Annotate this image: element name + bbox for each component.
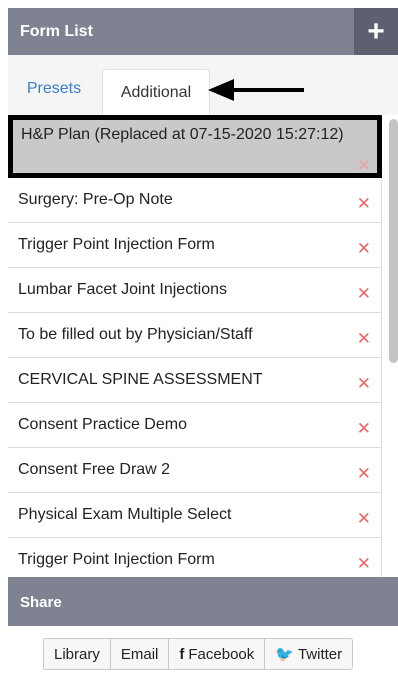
library-button[interactable]: Library bbox=[44, 639, 111, 669]
twitter-icon: 🐦 bbox=[275, 646, 294, 663]
form-label: CERVICAL SPINE ASSESSMENT bbox=[18, 371, 263, 388]
plus-icon: + bbox=[367, 14, 385, 48]
facebook-icon: f bbox=[179, 645, 185, 663]
list-item[interactable]: Trigger Point Injection Form ✕ bbox=[8, 223, 382, 268]
delete-icon[interactable]: ✕ bbox=[357, 374, 371, 394]
list-item[interactable]: Consent Practice Demo ✕ bbox=[8, 403, 382, 448]
twitter-button[interactable]: 🐦 Twitter bbox=[265, 639, 352, 669]
tab-additional[interactable]: Additional bbox=[102, 69, 210, 115]
scrollbar[interactable] bbox=[389, 119, 398, 363]
form-list-items: H&P Plan (Replaced at 07-15-2020 15:27:1… bbox=[8, 115, 382, 577]
facebook-button[interactable]: f Facebook bbox=[169, 639, 266, 669]
email-button[interactable]: Email bbox=[111, 639, 170, 669]
add-form-button[interactable]: + bbox=[354, 8, 398, 55]
share-button-group: Library Email f Facebook 🐦 Twitter bbox=[43, 638, 354, 670]
form-label: Trigger Point Injection Form bbox=[18, 236, 215, 253]
delete-icon[interactable]: ✕ bbox=[357, 419, 371, 439]
delete-icon[interactable]: ✕ bbox=[357, 194, 371, 214]
arrow-left-icon bbox=[208, 79, 304, 101]
form-list[interactable]: H&P Plan (Replaced at 07-15-2020 15:27:1… bbox=[8, 115, 398, 577]
share-button-label: Facebook bbox=[188, 645, 255, 663]
tabs-bar: Presets Additional bbox=[8, 55, 398, 115]
share-button-label: Library bbox=[54, 645, 100, 663]
delete-icon[interactable]: ✕ bbox=[357, 554, 371, 574]
list-item[interactable]: Physical Exam Multiple Select ✕ bbox=[8, 493, 382, 538]
share-button-label: Email bbox=[120, 645, 159, 663]
form-label: H&P Plan (Replaced at 07-15-2020 15:27:1… bbox=[21, 126, 344, 143]
tab-presets[interactable]: Presets bbox=[16, 75, 92, 103]
list-item[interactable]: CERVICAL SPINE ASSESSMENT ✕ bbox=[8, 358, 382, 403]
form-list-header: Form List + bbox=[8, 8, 398, 55]
form-label: Trigger Point Injection Form bbox=[18, 551, 215, 568]
share-header: Share bbox=[8, 577, 398, 626]
list-item[interactable]: Surgery: Pre-Op Note ✕ bbox=[8, 178, 382, 223]
share-area: Library Email f Facebook 🐦 Twitter bbox=[8, 626, 398, 673]
share-title: Share bbox=[20, 594, 62, 611]
delete-icon[interactable]: ✕ bbox=[357, 509, 371, 529]
form-label: Surgery: Pre-Op Note bbox=[18, 191, 173, 208]
list-item[interactable]: Trigger Point Injection Form ✕ bbox=[8, 538, 382, 577]
form-label: Lumbar Facet Joint Injections bbox=[18, 281, 227, 298]
form-label: To be filled out by Physician/Staff bbox=[18, 326, 253, 343]
delete-icon[interactable]: ✕ bbox=[357, 156, 371, 176]
delete-icon[interactable]: ✕ bbox=[357, 239, 371, 259]
list-item[interactable]: Consent Free Draw 2 ✕ bbox=[8, 448, 382, 493]
share-button-label: Twitter bbox=[297, 645, 343, 663]
list-item[interactable]: Lumbar Facet Joint Injections ✕ bbox=[8, 268, 382, 313]
list-item[interactable]: H&P Plan (Replaced at 07-15-2020 15:27:1… bbox=[8, 115, 382, 178]
delete-icon[interactable]: ✕ bbox=[357, 464, 371, 484]
form-list-title: Form List bbox=[20, 23, 93, 40]
form-label: Consent Free Draw 2 bbox=[18, 461, 171, 478]
form-label: Physical Exam Multiple Select bbox=[18, 506, 232, 523]
delete-icon[interactable]: ✕ bbox=[357, 329, 371, 349]
delete-icon[interactable]: ✕ bbox=[357, 284, 371, 304]
form-label: Consent Practice Demo bbox=[18, 416, 187, 433]
list-item[interactable]: To be filled out by Physician/Staff ✕ bbox=[8, 313, 382, 358]
